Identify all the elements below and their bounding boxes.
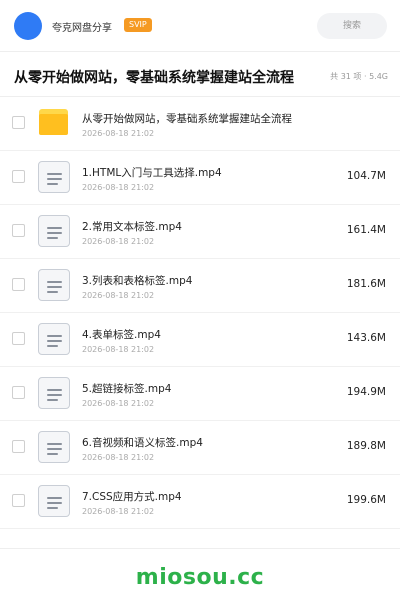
row-checkbox[interactable] [12, 332, 25, 345]
video-file-icon [38, 215, 70, 247]
file-row[interactable]: 从零开始做网站，零基础系统掌握建站全流程 2026-08-18 21:02 [0, 97, 400, 151]
folder-header: 从零开始做网站，零基础系统掌握建站全流程 共 31 项 · 5.4G [0, 52, 400, 97]
video-file-icon [38, 431, 70, 463]
video-file-icon [38, 269, 70, 301]
file-row[interactable]: 5.超链接标签.mp4 2026-08-18 21:02 194.9M [0, 367, 400, 421]
file-name: 5.超链接标签.mp4 [82, 383, 172, 395]
video-file-icon [38, 377, 70, 409]
file-size: 181.6M [346, 278, 386, 290]
search-input[interactable]: 搜索 [317, 13, 387, 39]
file-date: 2026-08-18 21:02 [82, 183, 155, 192]
top-bar: 夸克网盘分享 SVIP 搜索 [0, 0, 400, 52]
folder-meta: 共 31 项 · 5.4G [330, 72, 388, 81]
row-checkbox[interactable] [12, 224, 25, 237]
row-checkbox[interactable] [12, 386, 25, 399]
avatar[interactable] [14, 12, 42, 40]
file-row[interactable]: 4.表单标签.mp4 2026-08-18 21:02 143.6M [0, 313, 400, 367]
file-date: 2026-08-18 21:02 [82, 291, 155, 300]
site-watermark: miosou.cc [135, 565, 265, 590]
file-date: 2026-08-18 21:02 [82, 453, 155, 462]
file-size: 104.7M [346, 170, 386, 182]
file-date: 2026-08-18 21:02 [82, 129, 155, 138]
row-checkbox[interactable] [12, 278, 25, 291]
file-row[interactable]: 7.CSS应用方式.mp4 2026-08-18 21:02 199.6M [0, 475, 400, 529]
file-name: 从零开始做网站，零基础系统掌握建站全流程 [82, 113, 292, 125]
video-file-icon [38, 323, 70, 355]
share-name: 夸克网盘分享 [52, 23, 112, 34]
file-row[interactable]: 3.列表和表格标签.mp4 2026-08-18 21:02 181.6M [0, 259, 400, 313]
file-date: 2026-08-18 21:02 [82, 237, 155, 246]
file-name: 2.常用文本标签.mp4 [82, 221, 182, 233]
file-size: 189.8M [346, 440, 386, 452]
row-checkbox[interactable] [12, 440, 25, 453]
file-name: 7.CSS应用方式.mp4 [82, 491, 182, 503]
file-size: 143.6M [346, 332, 386, 344]
file-date: 2026-08-18 21:02 [82, 345, 155, 354]
file-list: 从零开始做网站，零基础系统掌握建站全流程 2026-08-18 21:02 1.… [0, 97, 400, 529]
row-checkbox[interactable] [12, 116, 25, 129]
file-row[interactable]: 1.HTML入门与工具选择.mp4 2026-08-18 21:02 104.7… [0, 151, 400, 205]
file-name: 1.HTML入门与工具选择.mp4 [82, 167, 222, 179]
footer: miosou.cc [0, 548, 400, 600]
file-date: 2026-08-18 21:02 [82, 399, 155, 408]
file-row[interactable]: 6.音视频和语义标签.mp4 2026-08-18 21:02 189.8M [0, 421, 400, 475]
video-file-icon [38, 161, 70, 193]
video-file-icon [38, 485, 70, 517]
file-size: 194.9M [346, 386, 386, 398]
file-row[interactable]: 2.常用文本标签.mp4 2026-08-18 21:02 161.4M [0, 205, 400, 259]
folder-icon [38, 107, 70, 139]
file-size: 161.4M [346, 224, 386, 236]
file-name: 6.音视频和语义标签.mp4 [82, 437, 203, 449]
row-checkbox[interactable] [12, 494, 25, 507]
file-name: 3.列表和表格标签.mp4 [82, 275, 193, 287]
folder-title: 从零开始做网站，零基础系统掌握建站全流程 [14, 70, 294, 86]
file-size: 199.6M [346, 494, 386, 506]
svip-badge: SVIP [124, 18, 152, 32]
file-name: 4.表单标签.mp4 [82, 329, 161, 341]
row-checkbox[interactable] [12, 170, 25, 183]
file-date: 2026-08-18 21:02 [82, 507, 155, 516]
